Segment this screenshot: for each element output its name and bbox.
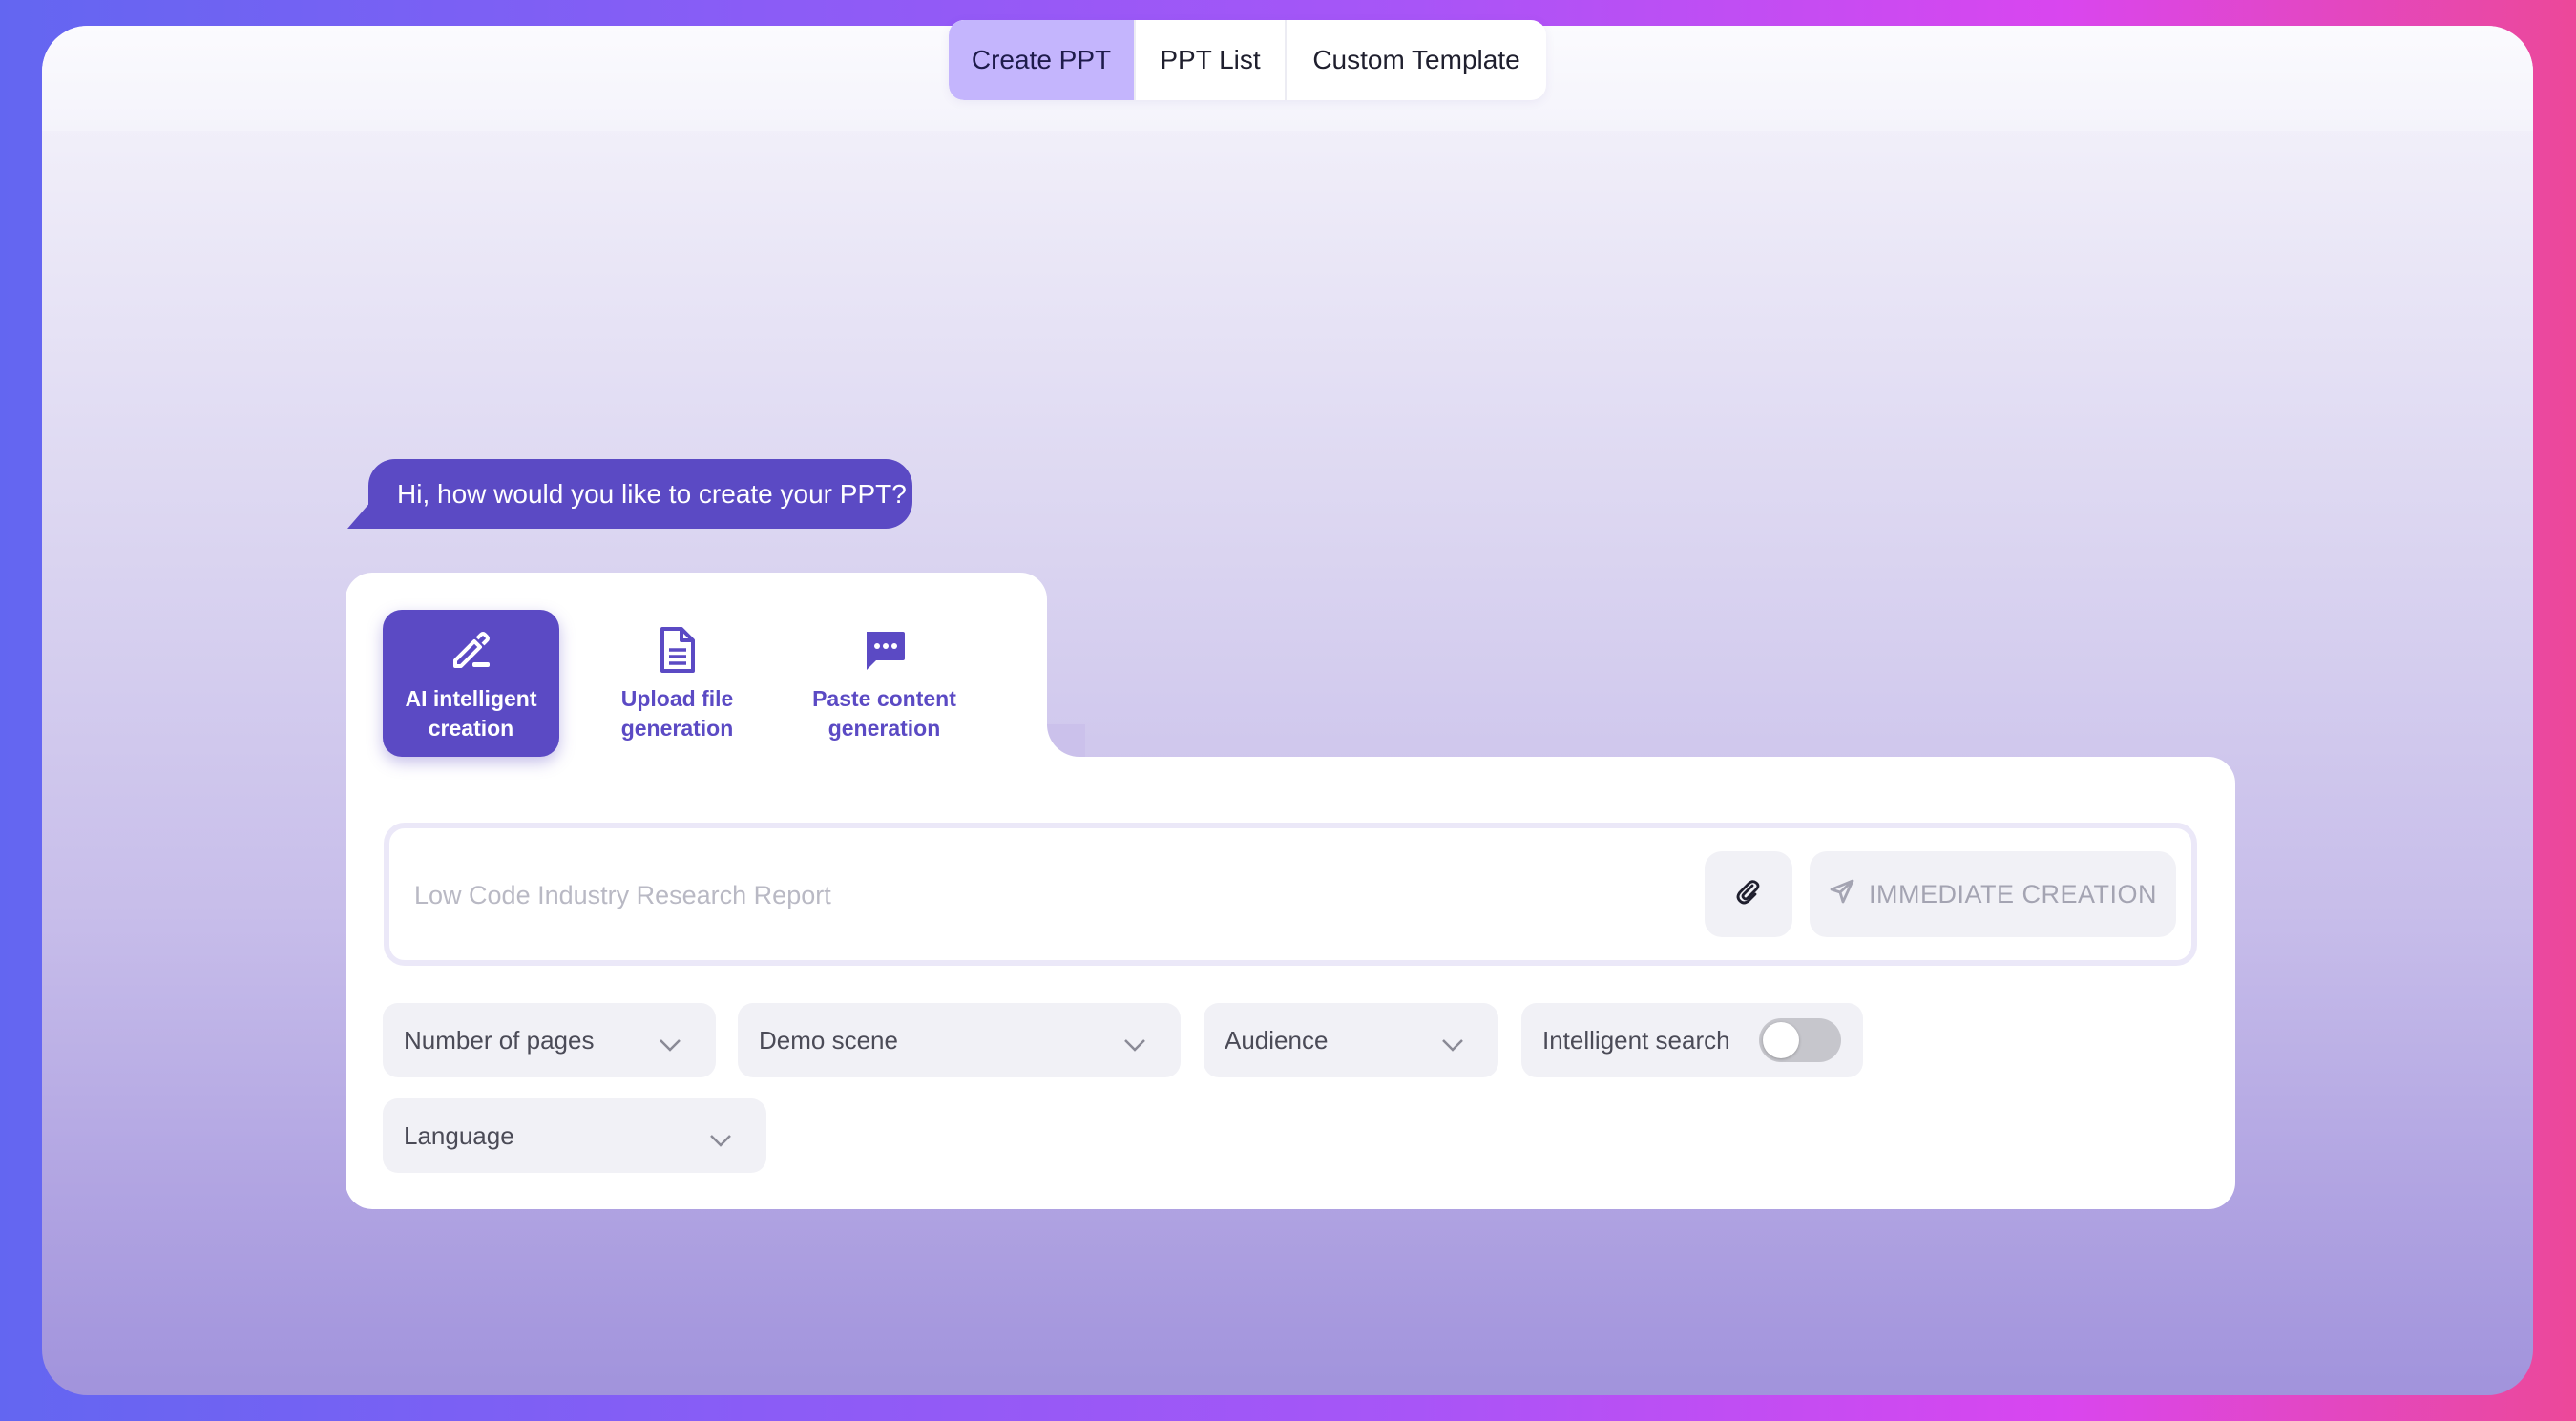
chevron-down-icon: [659, 1030, 681, 1059]
tab-create-ppt[interactable]: Create PPT: [949, 20, 1136, 100]
document-icon: [651, 623, 704, 677]
attach-button[interactable]: [1705, 851, 1792, 937]
select-label: Demo scene: [759, 1025, 898, 1055]
language-select[interactable]: Language: [383, 1098, 766, 1173]
mode-ai-intelligent-creation[interactable]: AI intelligent creation: [383, 610, 559, 757]
chevron-down-icon: [709, 1125, 732, 1155]
intelligent-search-field: Intelligent search: [1521, 1003, 1863, 1077]
mode-label: Paste content generation: [812, 686, 956, 741]
greeting-bubble: Hi, how would you like to create your PP…: [368, 459, 912, 529]
intelligent-search-label: Intelligent search: [1542, 1025, 1730, 1055]
tab-custom-template[interactable]: Custom Template: [1287, 20, 1546, 100]
pencil-icon: [445, 623, 498, 677]
select-label: Audience: [1225, 1025, 1329, 1055]
chevron-down-icon: [1123, 1030, 1146, 1059]
mode-label: AI intelligent creation: [405, 686, 537, 741]
number-of-pages-select[interactable]: Number of pages: [383, 1003, 716, 1077]
mode-paste-content-generation[interactable]: Paste content generation: [796, 610, 973, 757]
toggle-knob: [1763, 1022, 1799, 1058]
demo-scene-select[interactable]: Demo scene: [738, 1003, 1181, 1077]
intelligent-search-toggle[interactable]: [1759, 1018, 1841, 1062]
mode-upload-file-generation[interactable]: Upload file generation: [589, 610, 765, 757]
chevron-down-icon: [1441, 1030, 1464, 1059]
select-label: Number of pages: [404, 1025, 595, 1055]
chat-bubble-icon: [858, 623, 911, 677]
topic-input[interactable]: [414, 853, 1655, 937]
tab-ppt-list[interactable]: PPT List: [1136, 20, 1287, 100]
mode-panel-corner: [1047, 724, 1085, 757]
mode-label: Upload file generation: [620, 686, 734, 741]
greeting-text: Hi, how would you like to create your PP…: [397, 478, 907, 509]
prompt-box: IMMEDIATE CREATION: [384, 823, 2197, 966]
audience-select[interactable]: Audience: [1204, 1003, 1498, 1077]
immediate-creation-button[interactable]: IMMEDIATE CREATION: [1810, 851, 2176, 937]
tab-bar: Create PPT PPT List Custom Template: [949, 20, 1546, 100]
send-icon: [1829, 878, 1855, 911]
create-label: IMMEDIATE CREATION: [1868, 879, 2157, 909]
paperclip-icon: [1733, 877, 1764, 912]
select-label: Language: [404, 1120, 514, 1150]
